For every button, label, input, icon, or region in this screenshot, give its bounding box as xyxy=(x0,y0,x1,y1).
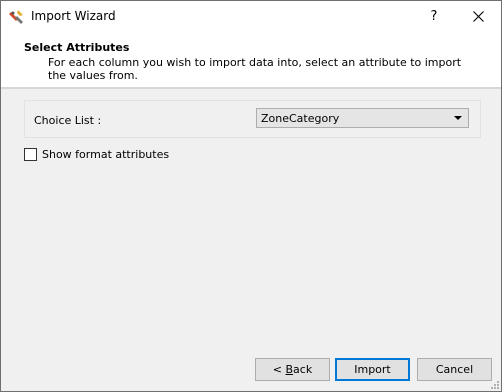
chevron-down-icon xyxy=(454,116,462,120)
import-wizard-dialog: Import Wizard ? Select Attributes For ea… xyxy=(0,0,502,392)
close-button[interactable] xyxy=(459,1,499,32)
choice-list-value: ZoneCategory xyxy=(261,112,340,125)
back-button-mnemonic: B xyxy=(285,363,294,376)
wizard-header: Select Attributes For each column you wi… xyxy=(1,32,501,89)
back-button[interactable]: < Back xyxy=(255,358,330,381)
back-button-rest: ack xyxy=(293,363,313,376)
choice-list-label: Choice List : xyxy=(34,114,102,127)
show-format-attributes-label[interactable]: Show format attributes xyxy=(42,148,169,161)
choice-list-panel: Choice List : ZoneCategory xyxy=(24,100,481,138)
close-icon xyxy=(473,11,484,22)
page-description: For each column you wish to import data … xyxy=(48,56,462,82)
cancel-button[interactable]: Cancel xyxy=(417,358,492,381)
back-button-prefix: < xyxy=(272,363,286,376)
page-title: Select Attributes xyxy=(24,41,130,54)
help-button[interactable]: ? xyxy=(419,1,449,32)
window-title: Import Wizard xyxy=(31,9,116,23)
resize-grip-icon[interactable] xyxy=(489,379,499,389)
import-button[interactable]: Import xyxy=(335,358,410,381)
choice-list-dropdown[interactable]: ZoneCategory xyxy=(256,108,469,128)
import-wizard-app-icon xyxy=(9,9,25,25)
show-format-attributes-checkbox[interactable] xyxy=(24,148,37,161)
title-bar[interactable]: Import Wizard ? xyxy=(1,1,501,32)
